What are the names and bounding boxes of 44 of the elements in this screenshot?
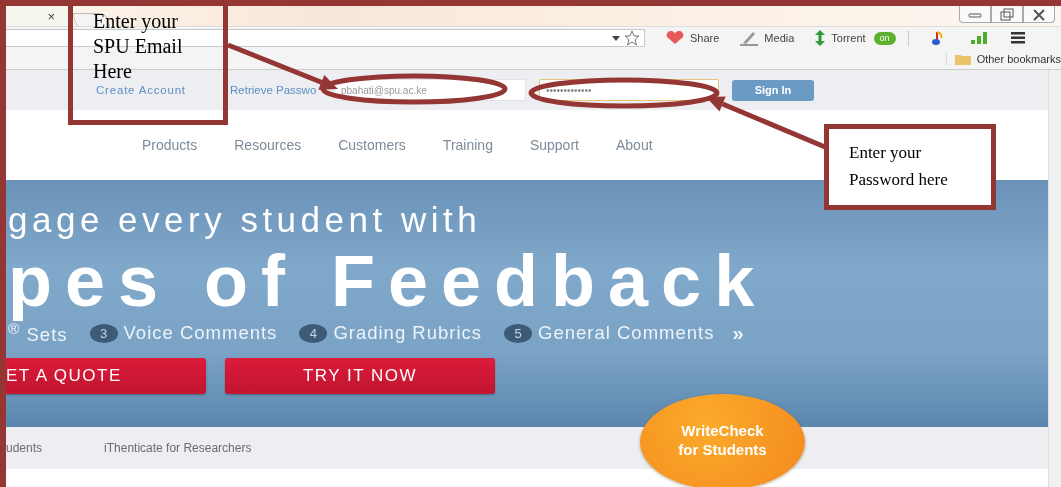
more-link[interactable]: »	[732, 321, 745, 345]
product-link[interactable]: udents	[6, 441, 43, 455]
hero-title: pes of Feedback	[8, 240, 768, 322]
nav-link[interactable]: Training	[442, 137, 493, 153]
star-icon[interactable]	[624, 30, 640, 46]
heart-icon	[665, 31, 685, 45]
product-link[interactable]: iThenticate for Researchers	[104, 441, 252, 455]
number-badge: 4	[299, 323, 328, 343]
header-link[interactable]: Create Account	[96, 84, 218, 96]
menu-icon[interactable]	[1010, 32, 1025, 44]
restore-icon	[999, 7, 1015, 21]
callout-note: Enter your SPU Email Here	[93, 9, 184, 84]
pen-icon	[739, 30, 760, 46]
feature-label: Grading Rubrics	[333, 322, 483, 345]
nav-link[interactable]: Support	[529, 137, 579, 153]
folder-icon	[954, 53, 971, 65]
nav-link[interactable]: About	[615, 137, 653, 153]
nav-link[interactable]: Customers	[338, 137, 406, 153]
try-button[interactable]: TRY IT NOW	[225, 358, 495, 395]
caret-icon[interactable]	[612, 35, 620, 41]
bookmark-folder[interactable]: Other bookmarks	[945, 53, 1061, 65]
nav-link[interactable]: Products	[142, 137, 198, 153]
close-icon	[1031, 7, 1047, 21]
number-badge: 5	[504, 323, 533, 343]
feature-label: Voice Comments	[123, 322, 278, 345]
close-button[interactable]	[1023, 6, 1055, 23]
updown-arrow-icon	[814, 30, 827, 46]
restore-button[interactable]	[991, 6, 1023, 23]
toolbar-button[interactable]: Media	[739, 30, 795, 46]
nav-link[interactable]: Resources	[234, 137, 302, 153]
hero-headline: gage every student with	[8, 200, 483, 240]
toolbar-button[interactable]: Share	[665, 31, 720, 45]
quote-button[interactable]: ET A QUOTE	[6, 358, 206, 395]
number-badge: 3	[89, 323, 118, 343]
feature-label: $^{®}$ Sets	[8, 320, 68, 347]
sign-in-button[interactable]: Sign In	[732, 79, 814, 101]
signal-bars-icon[interactable]	[970, 32, 987, 44]
toolbar-button[interactable]: Torrent	[814, 30, 866, 46]
callout-note: Enter your Password here	[849, 142, 949, 191]
close-tab-button[interactable]: ×	[47, 10, 55, 24]
toggle-badge[interactable]: on	[873, 31, 896, 45]
browser-tab[interactable]: ×	[6, 8, 70, 26]
header-link[interactable]: Retrieve Passwo	[230, 84, 321, 96]
feature-label: General Comments	[538, 322, 715, 345]
